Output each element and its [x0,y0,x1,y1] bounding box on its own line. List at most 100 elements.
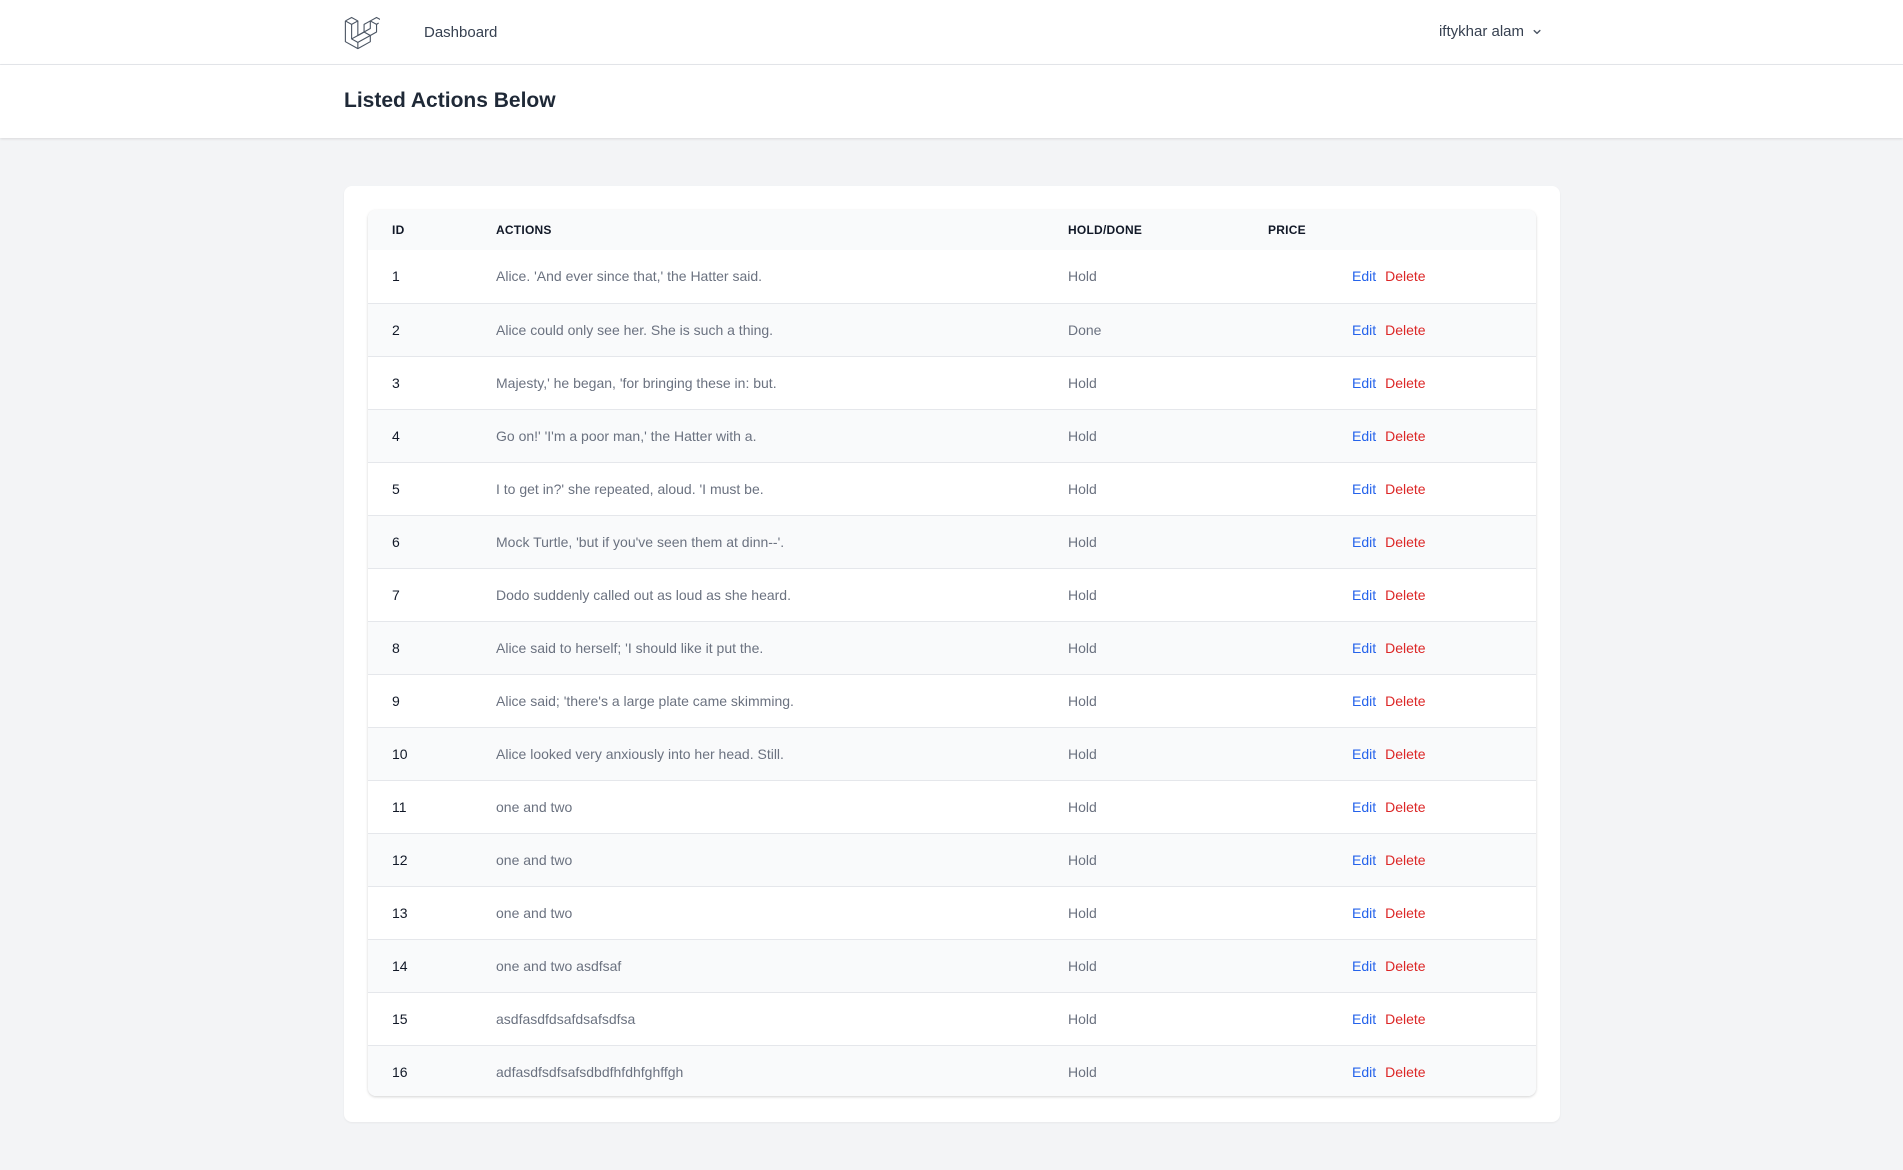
row-id: 3 [392,374,400,391]
row-action-text: Alice could only see her. She is such a … [496,321,774,338]
edit-link[interactable]: Edit [1352,799,1376,815]
delete-link[interactable]: Delete [1385,640,1425,656]
row-id: 9 [392,692,400,709]
user-menu-dropdown[interactable]: iftykhar alam [1439,23,1544,40]
row-status: Hold [1068,851,1097,868]
delete-link[interactable]: Delete [1385,322,1425,338]
row-price [1268,833,1352,886]
row-status: Hold [1068,692,1097,709]
row-controls: Edit Delete [1352,674,1536,727]
row-action-text: adfasdfsdfsafsdbdfhfdhfghffgh [496,1063,684,1080]
delete-link[interactable]: Delete [1385,428,1425,444]
row-controls: Edit Delete [1352,568,1536,621]
delete-link[interactable]: Delete [1385,1011,1425,1027]
actions-table-container: ID ACTIONS HOLD/DONE PRICE 1 Alice. 'And … [368,210,1536,1096]
row-id: 15 [392,1010,408,1027]
edit-link[interactable]: Edit [1352,268,1376,284]
edit-link[interactable]: Edit [1352,1011,1376,1027]
delete-link[interactable]: Delete [1385,375,1425,391]
delete-link[interactable]: Delete [1385,1064,1425,1080]
table-row: 2 Alice could only see her. She is such a… [368,303,1536,356]
row-status: Done [1068,321,1102,338]
row-controls: Edit Delete [1352,515,1536,568]
laravel-logo-icon[interactable] [344,14,380,50]
table-row: 14 one and two asdfsaf Hold Edit Delete [368,939,1536,992]
row-status: Hold [1068,745,1097,762]
row-controls: Edit Delete [1352,356,1536,409]
user-name: iftykhar alam [1438,23,1524,40]
row-price [1268,1045,1352,1096]
table-row: 6 Mock Turtle, 'but if you've seen them a… [368,515,1536,568]
row-controls: Edit Delete [1352,1045,1536,1096]
table-row: 1 Alice. 'And ever since that,' the Hatte… [368,250,1536,303]
table-row: 8 Alice said to herself; 'I should like i… [368,621,1536,674]
delete-link[interactable]: Delete [1385,799,1425,815]
delete-link[interactable]: Delete [1385,587,1425,603]
row-id: 14 [392,957,408,974]
row-price [1268,621,1352,674]
table-row: 15 asdfasdfdsafdsafsdfsa Hold Edit Delete [368,992,1536,1045]
row-id: 11 [392,798,407,815]
table-row: 7 Dodo suddenly called out as loud as she… [368,568,1536,621]
row-action-text: Majesty,' he began, 'for bringing these … [496,374,777,391]
edit-link[interactable]: Edit [1352,640,1376,656]
top-navigation-bar: Dashboard iftykhar alam [0,0,1903,65]
edit-link[interactable]: Edit [1352,905,1376,921]
row-controls: Edit Delete [1352,833,1536,886]
row-controls: Edit Delete [1352,992,1536,1045]
delete-link[interactable]: Delete [1385,905,1425,921]
row-price [1268,515,1352,568]
row-status: Hold [1068,533,1097,550]
row-id: 16 [392,1063,408,1080]
edit-link[interactable]: Edit [1352,375,1376,391]
column-header-controls [1352,210,1536,250]
edit-link[interactable]: Edit [1352,534,1376,550]
table-header-row: ID ACTIONS HOLD/DONE PRICE [368,210,1536,250]
delete-link[interactable]: Delete [1385,746,1425,762]
edit-link[interactable]: Edit [1352,746,1376,762]
page-header: Listed Actions Below [0,65,1903,138]
table-row: 4 Go on!' 'I'm a poor man,' the Hatter wi… [368,409,1536,462]
row-price [1268,409,1352,462]
delete-link[interactable]: Delete [1385,852,1425,868]
row-action-text: Dodo suddenly called out as loud as she … [496,586,791,603]
chevron-down-icon [1533,29,1541,34]
row-price [1268,303,1352,356]
row-status: Hold [1068,586,1097,603]
table-row: 10 Alice looked very anxiously into her h… [368,727,1536,780]
row-action-text: Go on!' 'I'm a poor man,' the Hatter wit… [496,427,757,444]
edit-link[interactable]: Edit [1352,322,1376,338]
edit-link[interactable]: Edit [1352,481,1376,497]
table-row: 11 one and two Hold Edit Delete [368,780,1536,833]
nav-link-dashboard[interactable]: Dashboard [424,24,497,41]
edit-link[interactable]: Edit [1352,428,1376,444]
edit-link[interactable]: Edit [1352,852,1376,868]
delete-link[interactable]: Delete [1385,693,1425,709]
row-action-text: asdfasdfdsafdsafsdfsa [496,1010,636,1027]
row-id: 6 [392,533,400,550]
actions-table: ID ACTIONS HOLD/DONE PRICE 1 Alice. 'And … [368,210,1536,1096]
row-status: Hold [1068,480,1097,497]
edit-link[interactable]: Edit [1352,693,1376,709]
table-row: 12 one and two Hold Edit Delete [368,833,1536,886]
edit-link[interactable]: Edit [1352,587,1376,603]
row-controls: Edit Delete [1352,886,1536,939]
row-price [1268,727,1352,780]
table-row: 13 one and two Hold Edit Delete [368,886,1536,939]
row-price [1268,992,1352,1045]
row-action-text: Alice said to herself; 'I should like it… [496,639,764,656]
delete-link[interactable]: Delete [1385,268,1425,284]
row-controls: Edit Delete [1352,621,1536,674]
delete-link[interactable]: Delete [1385,481,1425,497]
row-id: 12 [392,851,408,868]
row-id: 7 [392,586,400,603]
row-action-text: one and two asdfsaf [496,957,622,974]
delete-link[interactable]: Delete [1385,958,1425,974]
row-id: 2 [392,321,400,338]
edit-link[interactable]: Edit [1352,958,1376,974]
delete-link[interactable]: Delete [1385,534,1425,550]
table-row: 5 I to get in?' she repeated, aloud. 'I m… [368,462,1536,515]
row-id: 10 [392,745,408,762]
row-status: Hold [1068,427,1097,444]
edit-link[interactable]: Edit [1352,1064,1376,1080]
